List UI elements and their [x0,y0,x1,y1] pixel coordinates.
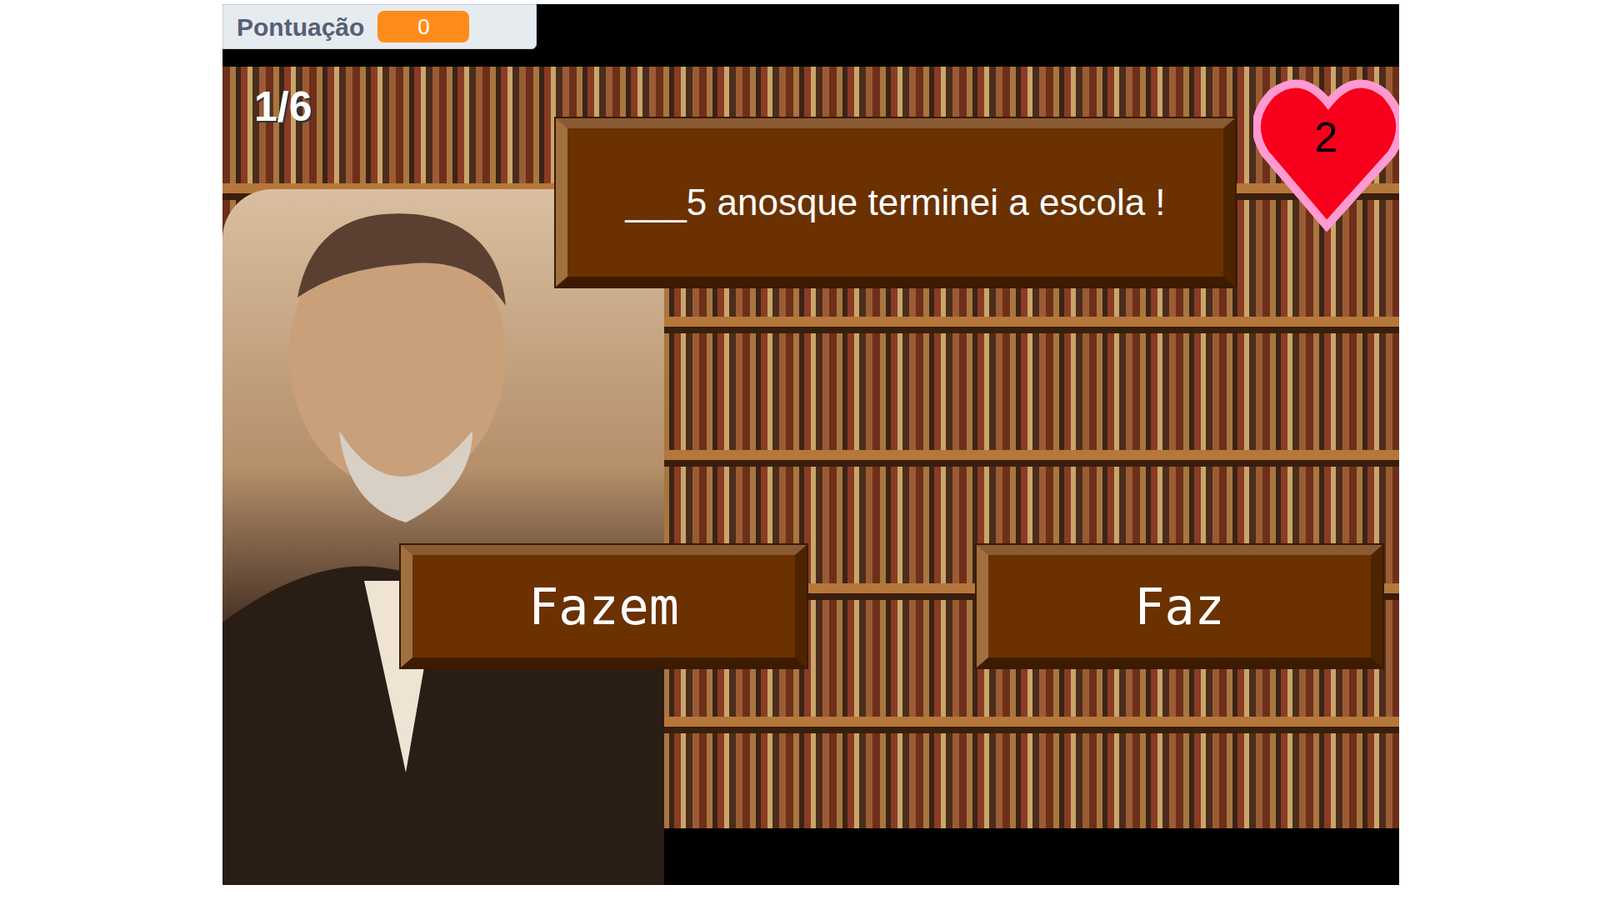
lives-heart: 2 [1253,71,1400,235]
score-label: Pontuação [236,8,365,46]
lives-count: 2 [1253,106,1400,170]
author-portrait [222,189,665,885]
score-value: 0 [377,10,470,43]
portrait-icon [222,189,665,885]
game-stage: Pontuação 0 1/6 ___5 anosque terminei a … [222,4,1400,885]
question-box: ___5 anosque terminei a escola ! [555,118,1235,287]
answer-button[interactable]: Fazem [400,545,807,668]
score-monitor: Pontuação 0 [222,4,537,50]
question-progress: 1/6 [254,75,313,139]
answer-button[interactable]: Faz [976,545,1383,668]
